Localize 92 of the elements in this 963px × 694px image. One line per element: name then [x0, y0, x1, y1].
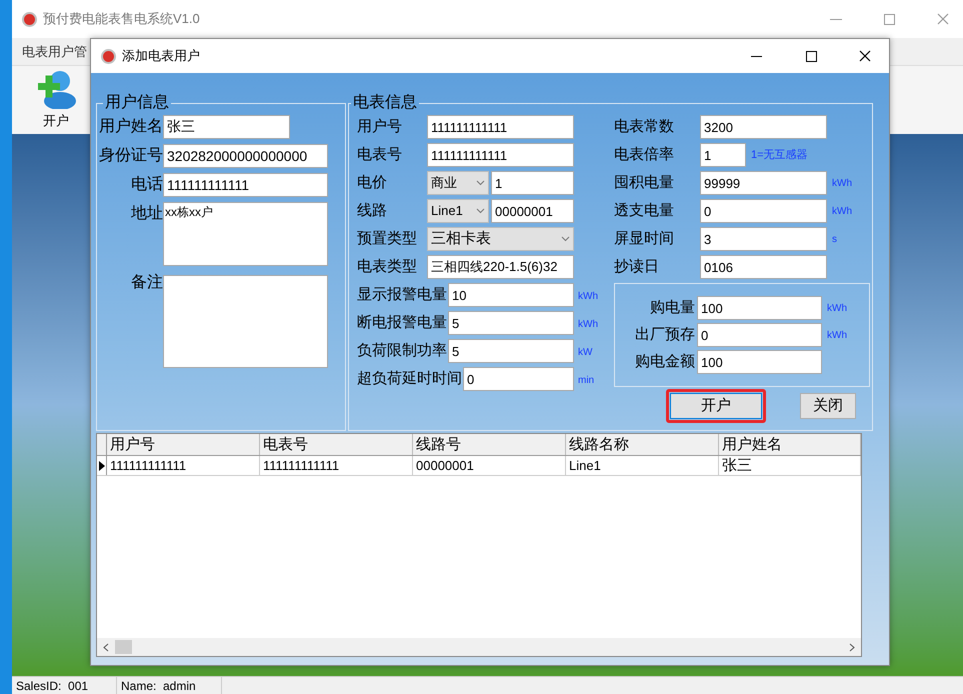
field-label: 身份证号 — [99, 146, 163, 166]
open-account-button[interactable]: 开户 — [34, 69, 78, 131]
group-title: 电表信息 — [352, 92, 418, 113]
text-field[interactable]: 320282000000000000 — [163, 144, 328, 168]
table-cell: 111111111111 — [260, 456, 413, 475]
text-field[interactable]: 1 — [700, 143, 746, 167]
unit-label: min — [578, 375, 594, 386]
column-header[interactable]: 用户姓名 — [719, 434, 861, 455]
close-icon[interactable] — [859, 50, 871, 62]
dialog-button[interactable]: 开户 — [670, 393, 762, 419]
unit-label: kWh — [578, 319, 598, 330]
dialog-title: 添加电表用户 — [122, 47, 200, 66]
field-label: 电价 — [357, 172, 388, 193]
field-label: 屏显时间 — [614, 228, 675, 249]
column-header[interactable]: 电表号 — [260, 434, 413, 455]
text-field[interactable]: 111111111111 — [427, 115, 574, 139]
text-field[interactable]: 100 — [697, 350, 822, 374]
field-label: 用户号 — [357, 116, 403, 137]
text-field[interactable]: 1 — [491, 171, 574, 195]
current-row-icon — [98, 460, 104, 470]
column-header[interactable]: 用户号 — [107, 434, 260, 455]
field-label: 负荷限制功率 — [357, 340, 448, 361]
field-label: 购电金额 — [634, 352, 696, 372]
text-field[interactable]: 111111111111 — [163, 173, 328, 197]
unit-label: kWh — [826, 302, 847, 316]
status-text: Name: admin — [117, 676, 222, 694]
field-label: 电表倍率 — [614, 144, 675, 165]
menu-item[interactable]: 电表用户管 — [22, 42, 87, 62]
maximize-icon[interactable] — [806, 50, 817, 62]
text-field[interactable]: 5 — [448, 339, 574, 363]
text-field[interactable]: 三相四线220-1.5(6)32 — [427, 255, 574, 279]
field-label: 线路 — [357, 200, 388, 221]
text-field[interactable]: 10 — [448, 283, 574, 307]
text-field[interactable]: 5 — [448, 311, 574, 335]
field-label: 电表类型 — [357, 256, 418, 277]
text-field[interactable]: 111111111111 — [427, 143, 574, 167]
group-title: 用户信息 — [104, 92, 170, 113]
text-field[interactable]: 张三 — [163, 115, 290, 139]
field-label: 出厂预存 — [634, 324, 696, 345]
dropdown[interactable]: Line1 — [427, 199, 489, 223]
unit-label: kWh — [831, 176, 852, 190]
dropdown[interactable]: 三相卡表 — [427, 227, 574, 251]
table-cell: 111111111111 — [107, 456, 260, 475]
text-field[interactable]: 0 — [463, 367, 574, 391]
text-field[interactable]: 00000001 — [491, 199, 574, 223]
field-label: 电话 — [130, 174, 163, 195]
unit-label: s — [831, 232, 837, 246]
table-cell: 张三 — [719, 456, 861, 475]
chevron-down-icon — [476, 180, 485, 186]
text-field[interactable]: 0 — [700, 199, 827, 223]
unit-label: kWh — [578, 291, 598, 302]
text-field[interactable]: 0106 — [700, 255, 827, 279]
field-label: 抄读日 — [614, 256, 660, 277]
field-label: 地址 — [130, 204, 163, 224]
field-label: 预置类型 — [357, 228, 418, 249]
chevron-down-icon — [561, 236, 570, 242]
text-area[interactable] — [163, 275, 328, 368]
field-label: 超负荷延时时间 — [357, 368, 463, 389]
dropdown[interactable]: 商业 — [427, 171, 489, 195]
text-field[interactable]: 99999 — [700, 171, 827, 195]
dialog-button[interactable]: 关闭 — [800, 393, 856, 419]
chevron-down-icon — [476, 208, 485, 214]
table-cell: Line1 — [566, 456, 719, 475]
app-logo-icon — [101, 48, 116, 64]
unit-label: kW — [578, 347, 592, 358]
unit-label: kWh — [826, 328, 847, 342]
text-field[interactable]: 0 — [697, 323, 822, 347]
horizontal-scrollbar[interactable] — [97, 638, 861, 656]
unit-label: kWh — [831, 204, 852, 218]
window-title: 预付费电能表售电系统V1.0 — [43, 10, 200, 28]
text-field[interactable]: 100 — [697, 296, 822, 320]
field-label: 用户姓名 — [99, 116, 163, 137]
status-text: SalesID: 001 — [12, 676, 117, 694]
field-label: 断电报警电量 — [357, 312, 448, 333]
field-label: 电表号 — [357, 144, 403, 165]
field-label: 显示报警电量 — [357, 284, 448, 305]
text-field[interactable]: 3200 — [700, 115, 827, 139]
field-label: 囤积电量 — [614, 172, 675, 193]
text-field[interactable]: 3 — [700, 227, 827, 251]
hint-text: 1=无互感器 — [750, 148, 808, 163]
table-cell: 00000001 — [413, 456, 566, 475]
field-label: 备注 — [130, 272, 163, 293]
app-logo-icon — [22, 12, 37, 26]
chevron-right-icon — [849, 642, 855, 652]
scrollbar-thumb[interactable] — [115, 640, 132, 654]
column-header[interactable]: 线路号 — [413, 434, 566, 455]
text-area[interactable]: xx栋xx户 — [163, 202, 328, 266]
column-header[interactable]: 线路名称 — [566, 434, 719, 455]
field-label: 电表常数 — [614, 116, 675, 137]
chevron-left-icon — [103, 642, 109, 652]
field-label: 透支电量 — [614, 200, 675, 221]
field-label: 购电量 — [649, 298, 696, 318]
